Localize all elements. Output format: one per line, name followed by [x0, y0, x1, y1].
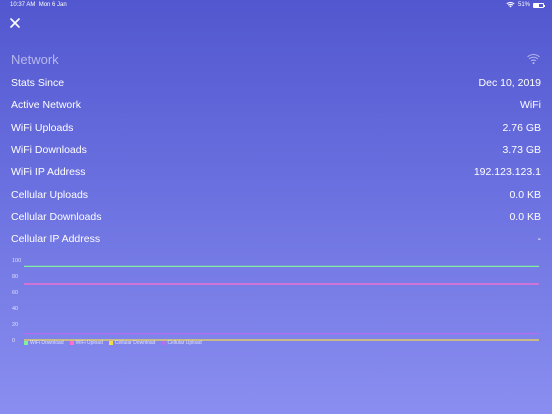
y-tick-label: 100: [12, 258, 21, 264]
battery-percent: 51%: [517, 2, 530, 8]
stats-since-row: Stats Since Dec 10, 2019: [11, 72, 541, 94]
wifi-downloads-row: WiFi Downloads 3.73 GB: [11, 139, 541, 161]
legend-swatch: [24, 341, 28, 345]
status-date: Mon 6 Jan: [38, 2, 67, 8]
row-label: Stats Since: [11, 77, 65, 89]
wifi-signal-icon: [506, 2, 515, 8]
row-label: WiFi Uploads: [11, 122, 74, 134]
row-value: Dec 10, 2019: [478, 77, 541, 89]
row-value: 0.0 KB: [509, 211, 541, 223]
row-label: Cellular IP Address: [11, 233, 101, 245]
legend-swatch: [69, 341, 74, 345]
wifi-icon: [527, 54, 540, 65]
battery-icon: [533, 2, 545, 8]
status-bar: 10:37 AM Mon 6 Jan 51%: [0, 0, 552, 10]
y-tick-label: 40: [12, 306, 18, 312]
legend-swatch: [161, 341, 166, 345]
legend-label: WiFi Download: [30, 340, 64, 346]
row-value: 0.0 KB: [509, 189, 541, 201]
status-right: 51%: [506, 0, 545, 10]
legend-item: Cellular Upload: [161, 340, 202, 346]
y-tick-label: 80: [12, 274, 18, 280]
row-label: WiFi Downloads: [11, 144, 87, 156]
cellular-uploads-row: Cellular Uploads 0.0 KB: [11, 184, 541, 206]
row-value: 192.123.123.1: [473, 166, 541, 178]
legend-item: Cellular Download: [108, 340, 156, 346]
legend-item: WiFi Download: [24, 340, 64, 346]
y-tick-label: 60: [12, 290, 18, 296]
wifi-ip-row: WiFi IP Address 192.123.123.1: [11, 161, 541, 183]
row-value: -: [537, 233, 542, 245]
status-time-date: 10:37 AM Mon 6 Jan: [10, 0, 67, 10]
active-network-row: Active Network WiFi: [11, 94, 541, 116]
section-title: Network: [11, 52, 59, 67]
close-icon[interactable]: [8, 16, 22, 30]
wifi-uploads-row: WiFi Uploads 2.76 GB: [11, 117, 541, 139]
row-label: Active Network: [11, 99, 82, 111]
y-tick-label: 0: [12, 338, 15, 344]
legend-label: Cellular Download: [114, 340, 156, 346]
row-value: WiFi: [520, 99, 541, 111]
row-label: WiFi IP Address: [11, 166, 86, 178]
legend-label: Cellular Upload: [167, 340, 202, 346]
legend-swatch: [108, 341, 113, 345]
row-label: Cellular Downloads: [11, 211, 102, 223]
row-label: Cellular Uploads: [11, 189, 89, 201]
legend-item: WiFi Upload: [69, 340, 103, 346]
chart-legend: WiFi Download WiFi Upload Cellular Downloa…: [24, 340, 202, 346]
legend-label: WiFi Upload: [75, 340, 103, 346]
row-value: 3.73 GB: [502, 144, 541, 156]
y-tick-label: 20: [12, 322, 18, 328]
status-time: 10:37 AM: [10, 2, 36, 8]
row-value: 2.76 GB: [502, 122, 541, 134]
cellular-ip-row: Cellular IP Address -: [11, 228, 541, 250]
cellular-downloads-row: Cellular Downloads 0.0 KB: [11, 206, 541, 228]
